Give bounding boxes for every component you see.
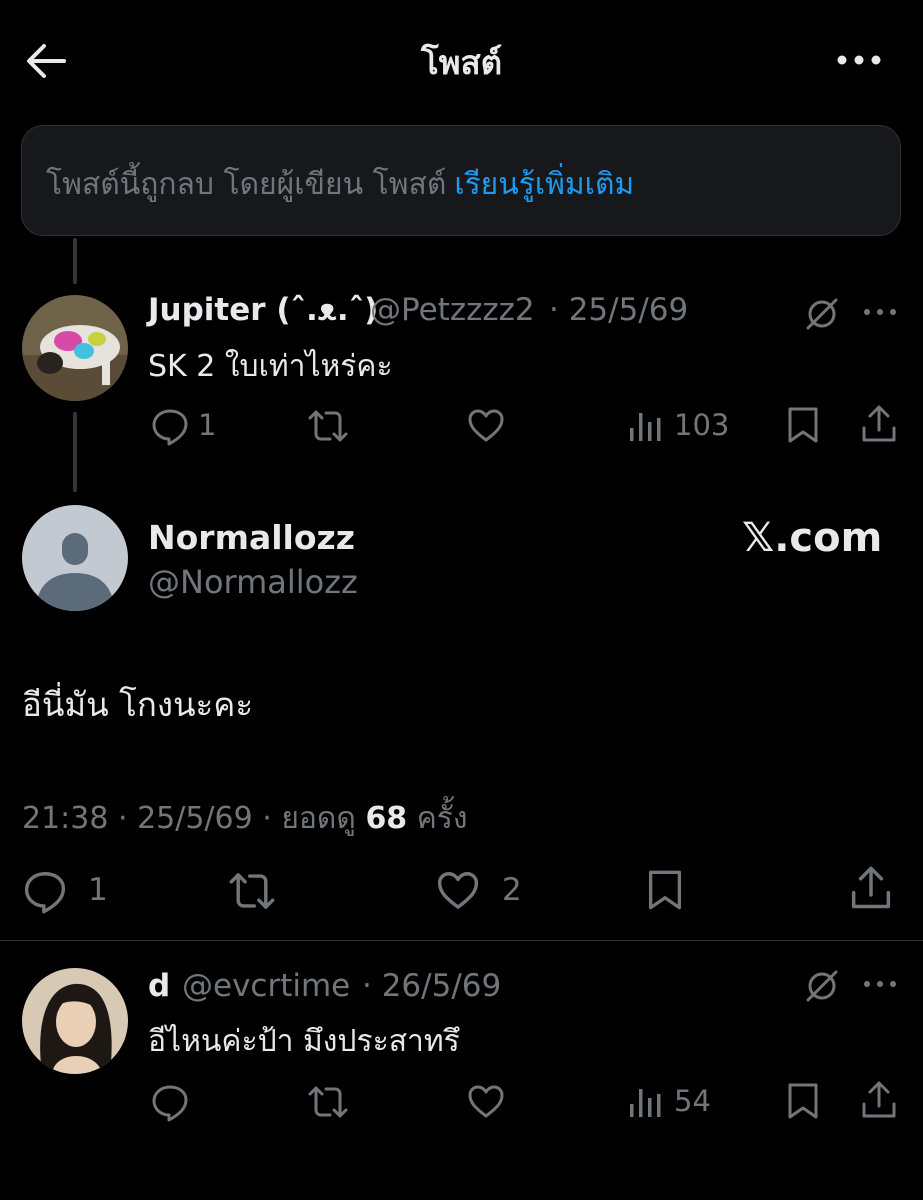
author-handle[interactable]: @evcrtime <box>182 968 350 1004</box>
author-handle[interactable]: @Normallozz <box>148 563 358 601</box>
reply-count: 1 <box>198 408 217 442</box>
post-date: · 25/5/69 <box>549 292 689 328</box>
thread-line <box>73 412 77 492</box>
like-icon[interactable] <box>466 406 506 446</box>
grok-icon[interactable] <box>804 968 840 1004</box>
post-metadata: 21:38 · 25/5/69 · ยอดดู 68 ครั้ง <box>22 795 468 842</box>
share-icon[interactable] <box>860 1080 898 1120</box>
views-icon[interactable] <box>627 1084 663 1120</box>
avatar[interactable] <box>22 505 128 611</box>
view-count: 54 <box>674 1084 711 1118</box>
reply-icon[interactable] <box>150 406 190 446</box>
like-count: 2 <box>502 872 522 908</box>
divider <box>0 940 923 941</box>
reply-icon[interactable] <box>150 1082 190 1122</box>
post-text: อีนี่มัน โกงนะคะ <box>22 685 254 724</box>
cat-avatar-image <box>22 295 128 401</box>
post-date: · 26/5/69 <box>362 968 502 1004</box>
views-suffix: ครั้ง <box>416 801 468 836</box>
grok-icon[interactable] <box>804 296 840 332</box>
more-horizontal-icon[interactable] <box>862 300 898 324</box>
view-count: 103 <box>674 408 730 442</box>
reply-text: อีไหนค่ะป้า มึงประสาทรึ <box>148 1024 460 1059</box>
view-count: 68 <box>365 801 408 836</box>
like-icon[interactable] <box>434 868 482 914</box>
repost-icon[interactable] <box>306 1082 350 1122</box>
avatar[interactable] <box>22 968 128 1074</box>
notice-text: โพสต์นี้ถูกลบ โดยผู้เขียน โพสต์ <box>46 167 447 202</box>
page-title: โพสต์ <box>420 43 503 82</box>
bookmark-icon[interactable] <box>644 866 686 914</box>
post-timestamp: 21:38 · 25/5/69 · ยอดดู <box>22 801 356 836</box>
more-horizontal-icon <box>837 55 881 65</box>
share-icon[interactable] <box>860 404 898 444</box>
share-icon[interactable] <box>849 864 893 912</box>
more-options-button[interactable] <box>834 42 884 78</box>
reply-count: 1 <box>88 872 108 908</box>
bookmark-icon[interactable] <box>784 1081 822 1121</box>
x-watermark: 𝕏.com <box>742 515 883 561</box>
reply-text: SK 2 ใบเท่าไหร่คะ <box>148 349 393 384</box>
author-name[interactable]: d <box>148 968 170 1004</box>
author-handle[interactable]: @Petzzzz2 <box>370 292 535 328</box>
repost-icon[interactable] <box>306 406 350 446</box>
reply-icon[interactable] <box>22 868 68 914</box>
more-horizontal-icon[interactable] <box>862 972 898 996</box>
thread-line <box>73 238 77 284</box>
repost-icon[interactable] <box>226 868 278 914</box>
bookmark-icon[interactable] <box>784 405 822 445</box>
avatar[interactable] <box>22 295 128 401</box>
learn-more-link[interactable]: เรียนรู้เพิ่มเติม <box>454 167 634 202</box>
views-icon[interactable] <box>627 408 663 444</box>
author-name[interactable]: Normallozz <box>148 518 355 557</box>
author-name[interactable]: Jupiter (ˆ.ᴥ.ˆ) <box>148 292 378 328</box>
person-avatar-image <box>22 968 128 1074</box>
deleted-post-notice: โพสต์นี้ถูกลบ โดยผู้เขียน โพสต์ เรียนรู้เ… <box>21 125 901 236</box>
like-icon[interactable] <box>466 1082 506 1122</box>
default-avatar-icon <box>22 505 128 611</box>
